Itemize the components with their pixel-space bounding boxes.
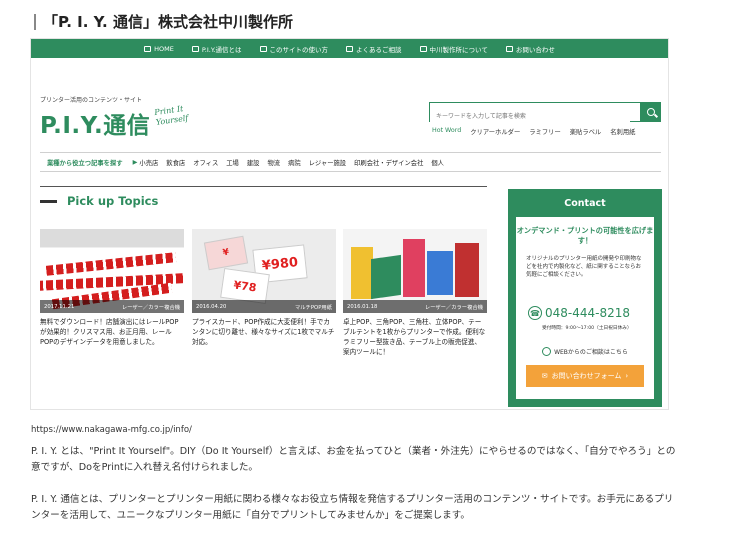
industry-item[interactable]: 物流 [267,158,280,167]
contact-title: Contact [564,197,606,209]
industry-item[interactable]: 個人 [431,158,444,167]
chevron-right-icon: › [625,372,629,380]
quick-links: Hot Word クリアーホルダー ラミフリー 楽貼ラベル 名刺用紙 [432,127,635,136]
page-title-text: 「P. I. Y. 通信」株式会社中川製作所 [43,13,293,31]
search-icon [646,108,655,116]
topic-card[interactable]: 2017.11.21 レーザー／カラー複合機 無料でダウンロード！店舗演出にはレー… [40,229,184,347]
quick-link[interactable]: クリアーホルダー [470,127,520,136]
thumbnail-caption: 2017.11.21 レーザー／カラー複合機 [40,300,184,313]
web-consult-link[interactable]: WEBからのご相談はこちら [516,347,654,356]
logo-kanji: 通信 [103,113,151,139]
page-title: 「P. I. Y. 通信」株式会社中川製作所 [34,11,293,32]
chat-bubble-icon [542,347,552,356]
site-screenshot: HOME P.I.Y.通信とは このサイトの使い方 よくあるご相談 中川製作所に… [30,38,669,410]
description-paragraph: P. I. Y. とは、"Print It Yourself"。DIY（Do I… [31,446,676,473]
post-date: 2017.11.21 [44,303,75,310]
industry-item[interactable]: 工場 [226,158,239,167]
mail-icon: ✉ [541,372,548,380]
industry-item[interactable]: 印刷会社・デザイン会社 [354,158,423,167]
phone-icon: ☎ [528,306,542,320]
contact-panel: オンデマンド・プリントの可能性を広げます！ オリジナルのプリンター用紙の開発や印… [516,217,654,399]
source-url[interactable]: https://www.nakagawa-mfg.co.jp/info/ [31,425,192,435]
industry-bar: 業種から役立つ記事を探す ▶ 小売店 飲食店 オフィス 工場 建設 物流 病院 … [40,152,661,172]
logo-script: Print It Yourself [153,104,189,127]
nav-contact[interactable]: お問い合わせ [505,44,555,54]
business-hours: 受付時間：9:00〜17:00（土日祝日休み） [542,326,632,331]
search-input[interactable] [430,107,630,126]
description-paragraph: P. I. Y. 通信とは、プリンターとプリンター用紙に関わる様々なお役立ち情報… [31,494,674,521]
section-divider [40,186,487,187]
thumbnail-caption: 2016.01.18 レーザー／カラー複合機 [343,300,487,313]
search-button[interactable] [640,102,661,122]
contact-form-button[interactable]: ✉ お問い合わせフォーム › [526,365,644,387]
thumbnail-caption: 2016.04.20 マルチPOP用紙 [192,300,336,313]
topic-thumbnail: ¥ ¥980 ¥78 2016.04.20 マルチPOP用紙 [192,229,336,313]
post-date: 2016.04.20 [196,303,227,310]
nav-home[interactable]: HOME [144,45,174,53]
q-icon [259,45,267,52]
contact-lead: オンデマンド・プリントの可能性を広げます！ [516,226,654,245]
post-category: レーザー／カラー複合機 [424,304,483,311]
search-box [429,102,661,126]
post-category: レーザー／カラー複合機 [121,304,180,311]
title-bar [34,13,36,30]
topic-text: 卓上POP、三角POP、三角柱、立体POP、テーブルテントを1枚からプリンターで… [343,318,486,356]
tagline: プリンター活用のコンテンツ・サイト [40,97,143,104]
industry-label: 業種から役立つ記事を探す [47,159,123,167]
quick-link[interactable]: 楽貼ラベル [570,127,601,136]
industry-item[interactable]: 建設 [247,158,260,167]
topic-card[interactable]: ¥ ¥980 ¥78 2016.04.20 マルチPOP用紙 プライスカード、PO… [192,229,336,347]
topic-text: プライスカード、POP作成に大変便利！手でカンタンに切り離せ、様々なサイズに1枚… [192,318,335,346]
quick-link[interactable]: 名刺用紙 [610,127,635,136]
industry-item[interactable]: 病院 [288,158,301,167]
nav-howto[interactable]: このサイトの使い方 [259,44,328,54]
pickup-heading: Pick up Topics [40,194,158,208]
post-date: 2016.01.18 [347,303,378,310]
quick-link[interactable]: ラミフリー [529,127,560,136]
site-logo[interactable]: P.I.Y.通信 [40,106,150,140]
nav-about[interactable]: P.I.Y.通信とは [191,44,242,54]
industry-item[interactable]: 飲食店 [166,158,185,167]
nav-faq[interactable]: よくあるご相談 [346,44,402,54]
chat-icon [346,45,354,52]
post-category: マルチPOP用紙 [294,304,332,311]
phone-number[interactable]: ☎ 048-444-8218 [528,306,630,320]
heading-dash [40,199,57,203]
topic-text: 無料でダウンロード！店舗演出にはレールPOPが効果的！クリスマス用、お正月用、レ… [40,318,179,346]
topic-thumbnail: 2016.01.18 レーザー／カラー複合機 [343,229,487,313]
hot-word-label: Hot Word [432,127,462,134]
mail-icon [505,45,513,52]
triangle-icon: ▶ [132,158,138,166]
home-icon [144,45,152,52]
p-icon [191,45,199,52]
contact-description: オリジナルのプリンター用紙の開発や印刷物などを社内で内製化など、紙に関することな… [526,256,642,278]
industry-item[interactable]: オフィス [193,158,218,167]
link-icon [419,45,427,52]
nav-company[interactable]: 中川製作所について [419,44,488,54]
industry-item[interactable]: レジャー施設 [309,158,346,167]
top-nav: HOME P.I.Y.通信とは このサイトの使い方 よくあるご相談 中川製作所に… [31,39,668,58]
topic-thumbnail: 2017.11.21 レーザー／カラー複合機 [40,229,184,313]
logo-latin: P.I.Y. [40,113,104,139]
industry-item[interactable]: 小売店 [139,158,158,167]
contact-box: Contact オンデマンド・プリントの可能性を広げます！ オリジナルのプリンタ… [508,189,662,407]
topic-card[interactable]: 2016.01.18 レーザー／カラー複合機 卓上POP、三角POP、三角柱、立体… [343,229,487,357]
